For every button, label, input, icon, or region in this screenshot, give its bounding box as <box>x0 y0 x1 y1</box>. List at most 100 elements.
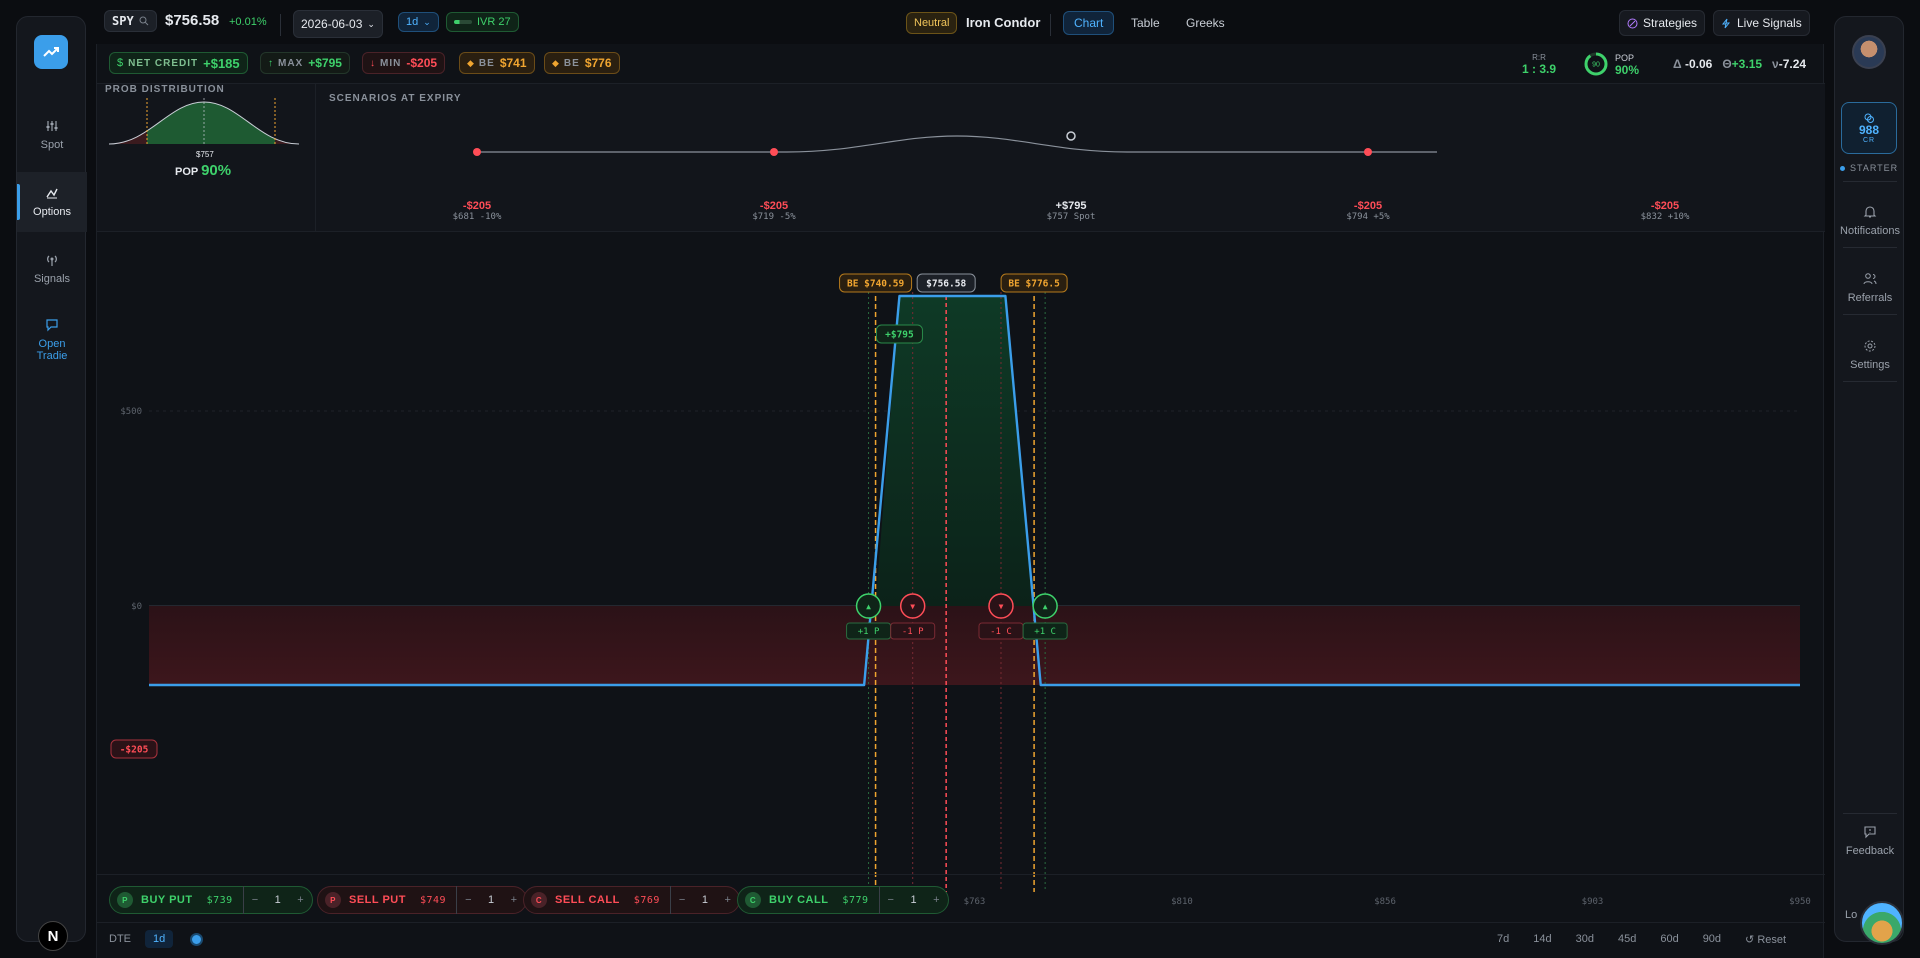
beach-widget-icon[interactable] <box>1860 901 1904 945</box>
rail-item-referrals[interactable]: Referrals <box>1835 272 1905 304</box>
rail-item-settings[interactable]: Settings <box>1835 339 1905 371</box>
sidebar-item-options[interactable]: Options <box>17 172 87 232</box>
y-tick-label: $0 <box>131 602 142 612</box>
plus-button[interactable]: + <box>297 894 304 906</box>
leg-price: $779 <box>842 894 869 906</box>
plan-dot <box>1840 165 1845 171</box>
dte-preset-14d[interactable]: 14d <box>1533 933 1551 946</box>
sidebar-item-spot[interactable]: Spot <box>17 105 87 165</box>
max-loss-badge: ↓ MIN -$205 <box>362 52 446 74</box>
minus-button[interactable]: − <box>465 894 472 906</box>
minus-button[interactable]: − <box>888 894 895 906</box>
quantity-value: 1 <box>274 894 282 906</box>
breakeven-upper-label: BE $776.5 <box>1000 273 1068 293</box>
sidebar-item-label: Open Tradie <box>36 338 68 362</box>
spot-price: $756.58 <box>165 12 220 29</box>
dte-presets: 7d 14d 30d 45d 60d 90d ↺ Reset <box>1497 933 1786 946</box>
scenario-dot <box>770 148 778 156</box>
top-bar: SPY $756.58 +0.01% 2026-06-03 ⌄ 1d ⌄ IVR… <box>96 8 1824 44</box>
leg-price: $739 <box>206 894 233 906</box>
minus-button[interactable]: − <box>252 894 259 906</box>
dte-preset-60d[interactable]: 60d <box>1660 933 1678 946</box>
arrow-down-icon: ↓ <box>370 57 375 69</box>
dollar-icon: $ <box>117 57 124 69</box>
scenario-detail: $794 +5% <box>1346 212 1390 222</box>
scenario-dot <box>1364 148 1372 156</box>
chat-icon <box>46 319 58 332</box>
leg-buy-call[interactable]: C BUY CALL $779 − 1 + <box>737 886 950 914</box>
quantity-value: 1 <box>488 894 495 906</box>
rail-item-notifications[interactable]: Notifications <box>1835 205 1905 237</box>
leg-price: $769 <box>633 894 660 906</box>
net-credit-value: +$185 <box>203 55 240 71</box>
strategy-name: Iron Condor <box>966 15 1041 30</box>
y-tick-label: $500 <box>120 407 142 417</box>
tab-greeks[interactable]: Greeks <box>1179 11 1232 35</box>
tab-chart[interactable]: Chart <box>1063 11 1115 35</box>
tab-table[interactable]: Table <box>1124 11 1167 35</box>
rail-item-label: Settings <box>1850 359 1890 371</box>
payoff-chart[interactable]: $500$0$576$623$670$716$763$810$856$903$9… <box>97 232 1825 918</box>
divider <box>1843 813 1897 814</box>
quantity-stepper[interactable]: − 1 + <box>242 886 313 914</box>
scenario-detail: $719 -5% <box>752 212 796 222</box>
diamond-icon: ◆ <box>467 57 474 68</box>
dte-preset-30d[interactable]: 30d <box>1576 933 1594 946</box>
live-signals-button[interactable]: Live Signals <box>1713 10 1810 36</box>
scenario-pnl: -$205 <box>1650 200 1680 212</box>
expiry-select[interactable]: 2026-06-03 ⌄ <box>293 10 383 38</box>
sidebar-item-open-tradie[interactable]: Open Tradie <box>17 307 87 373</box>
credits-badge[interactable]: 988 CR <box>1841 102 1897 154</box>
dte-preset-45d[interactable]: 45d <box>1618 933 1636 946</box>
plan-label: STARTER <box>1850 163 1899 173</box>
scenario-detail: $757 Spot <box>1046 212 1096 222</box>
max-loss-label: -$205 <box>110 739 158 759</box>
quantity-stepper[interactable]: − 1 + <box>878 886 949 914</box>
strategies-button[interactable]: Strategies <box>1619 10 1706 36</box>
leg-name: SELL PUT <box>349 894 406 906</box>
dte-preset-7d[interactable]: 7d <box>1497 933 1509 946</box>
sidebar-item-signals[interactable]: Signals <box>17 239 87 299</box>
breakeven-upper-badge: ◆ BE $776 <box>544 52 620 74</box>
plus-button[interactable]: + <box>933 894 940 906</box>
plus-button[interactable]: + <box>724 894 731 906</box>
leg-buy-put[interactable]: P BUY PUT $739 − 1 + <box>109 886 314 914</box>
sidebar-item-label: Signals <box>33 273 71 285</box>
divider <box>1843 381 1897 382</box>
dte-value: 1d <box>145 930 174 948</box>
strategies-label: Strategies <box>1643 16 1698 30</box>
quantity-stepper[interactable]: − 1 + <box>669 886 740 914</box>
credits-value: 988 <box>1858 122 1880 137</box>
symbol-selector[interactable]: SPY <box>104 10 157 32</box>
avatar[interactable] <box>1852 35 1886 69</box>
scenario-detail: $681 -10% <box>452 212 502 222</box>
breakeven-lower-label: BE $740.59 <box>839 273 913 293</box>
arrow-up-icon: ▲ <box>1043 602 1048 611</box>
scenario-detail: $832 +10% <box>1640 212 1690 222</box>
leg-price: $749 <box>419 894 447 906</box>
pop-ring-text: 90 <box>1592 62 1600 69</box>
rail-item-feedback[interactable]: Feedback <box>1835 825 1905 857</box>
delta-greek: Δ -0.06 <box>1673 57 1712 71</box>
minus-button[interactable]: − <box>679 894 686 906</box>
reset-button[interactable]: ↺ Reset <box>1745 933 1786 946</box>
pop-value: 90% <box>1615 63 1640 77</box>
divider <box>280 14 281 36</box>
max-profit-label: +$795 <box>875 324 923 344</box>
greeks-summary: Δ -0.06 Θ+3.15 ν-7.24 <box>1673 57 1806 71</box>
quantity-stepper[interactable]: − 1 + <box>456 886 526 914</box>
app-logo[interactable] <box>34 35 68 69</box>
summary-bar: $ NET CREDIT +$185 ↑ MAX +$795 ↓ MIN -$2… <box>97 44 1825 84</box>
dte-preset-90d[interactable]: 90d <box>1703 933 1721 946</box>
scenario-dot <box>1066 131 1076 141</box>
dte-slider-handle[interactable] <box>190 933 203 946</box>
max-profit-label-text: +$795 <box>885 330 914 341</box>
interval-select[interactable]: 1d ⌄ <box>398 12 439 32</box>
bottom-n-button[interactable]: N <box>38 921 68 951</box>
breakeven-upper-label-text: BE $776.5 <box>1008 279 1060 290</box>
leg-label: -1 C <box>990 627 1012 637</box>
scenario-item: -$205 $681 -10% <box>417 200 537 222</box>
plus-button[interactable]: + <box>511 894 518 906</box>
leg-sell-put[interactable]: P SELL PUT $749 − 1 + <box>317 886 527 914</box>
leg-sell-call[interactable]: C SELL CALL $769 − 1 + <box>523 886 741 914</box>
